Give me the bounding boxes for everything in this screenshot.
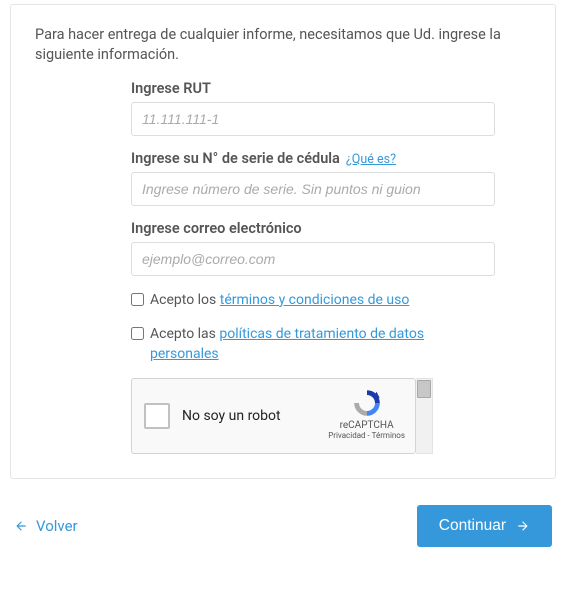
rut-label: Ingrese RUT bbox=[131, 80, 495, 97]
form-card: Para hacer entrega de cualquier informe,… bbox=[10, 4, 556, 479]
arrow-left-icon bbox=[14, 519, 28, 533]
email-label: Ingrese correo electrónico bbox=[131, 220, 495, 237]
terms-checkbox[interactable] bbox=[131, 293, 144, 306]
email-group: Ingrese correo electrónico bbox=[131, 220, 495, 276]
recaptcha-icon bbox=[351, 387, 383, 419]
back-button[interactable]: Volver bbox=[14, 517, 78, 535]
privacy-row: Acepto las políticas de tratamiento de d… bbox=[131, 324, 495, 365]
terms-text: Acepto los términos y condiciones de uso bbox=[150, 290, 409, 310]
intro-text: Para hacer entrega de cualquier informe,… bbox=[35, 25, 531, 66]
privacy-text: Acepto las políticas de tratamiento de d… bbox=[150, 324, 495, 365]
serie-help-link[interactable]: ¿Qué es? bbox=[346, 152, 396, 167]
rut-group: Ingrese RUT bbox=[131, 80, 495, 136]
recaptcha-branding: reCAPTCHA Privacidad - Términos bbox=[328, 387, 405, 440]
serie-label: Ingrese su N° de serie de cédula bbox=[131, 150, 340, 167]
privacy-checkbox[interactable] bbox=[131, 327, 144, 340]
recaptcha-scrollbar[interactable] bbox=[416, 378, 433, 454]
terms-link[interactable]: términos y condiciones de uso bbox=[220, 292, 410, 308]
recaptcha-widget: No soy un robot reCAPTCHA bbox=[131, 378, 433, 454]
terms-row: Acepto los términos y condiciones de uso bbox=[131, 290, 495, 310]
actions-row: Volver Continuar bbox=[10, 505, 556, 555]
recaptcha-checkbox[interactable] bbox=[144, 403, 170, 429]
arrow-right-icon bbox=[516, 519, 530, 533]
recaptcha-label: No soy un robot bbox=[182, 408, 281, 424]
serie-group: Ingrese su N° de serie de cédula ¿Qué es… bbox=[131, 150, 495, 206]
email-input[interactable] bbox=[131, 242, 495, 276]
continue-button[interactable]: Continuar bbox=[417, 505, 552, 547]
rut-input[interactable] bbox=[131, 102, 495, 136]
serie-input[interactable] bbox=[131, 172, 495, 206]
